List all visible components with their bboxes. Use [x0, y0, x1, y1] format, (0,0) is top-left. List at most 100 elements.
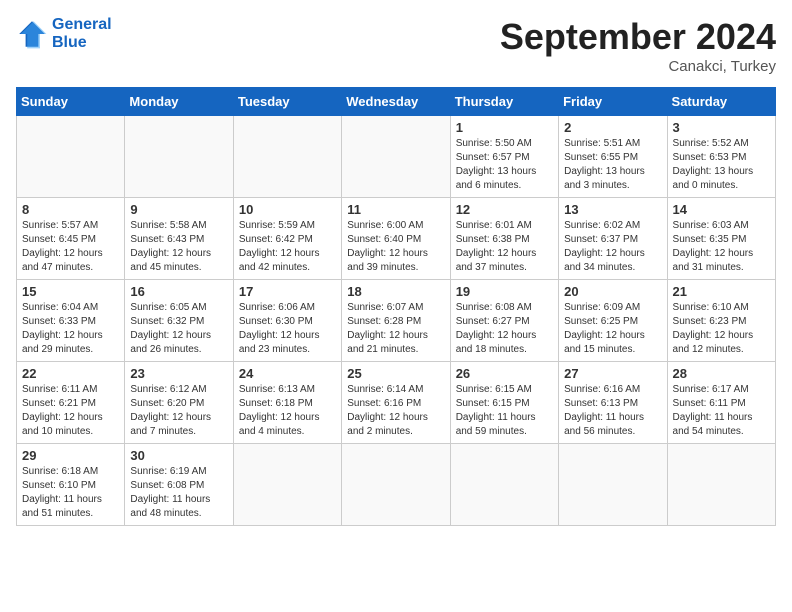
- day-number: 25: [347, 366, 444, 381]
- day-cell: 8 Sunrise: 5:57 AMSunset: 6:45 PMDaylight…: [17, 198, 125, 280]
- day-info: Sunrise: 6:04 AMSunset: 6:33 PMDaylight:…: [22, 301, 119, 357]
- day-number: 8: [22, 202, 119, 217]
- day-cell: 23 Sunrise: 6:12 AMSunset: 6:20 PMDayligh…: [125, 362, 233, 444]
- day-info: Sunrise: 6:03 AMSunset: 6:35 PMDaylight:…: [673, 219, 770, 275]
- day-number: 23: [130, 366, 227, 381]
- empty-cell: [559, 444, 667, 526]
- day-info: Sunrise: 6:00 AMSunset: 6:40 PMDaylight:…: [347, 219, 444, 275]
- day-number: 15: [22, 284, 119, 299]
- day-info: Sunrise: 6:02 AMSunset: 6:37 PMDaylight:…: [564, 219, 661, 275]
- empty-cell: [342, 116, 450, 198]
- day-info: Sunrise: 6:13 AMSunset: 6:18 PMDaylight:…: [239, 383, 336, 439]
- day-info: Sunrise: 5:52 AMSunset: 6:53 PMDaylight:…: [673, 137, 770, 193]
- day-info: Sunrise: 6:01 AMSunset: 6:38 PMDaylight:…: [456, 219, 553, 275]
- day-number: 1: [456, 120, 553, 135]
- day-cell: 3 Sunrise: 5:52 AMSunset: 6:53 PMDaylight…: [667, 116, 775, 198]
- day-info: Sunrise: 5:57 AMSunset: 6:45 PMDaylight:…: [22, 219, 119, 275]
- day-number: 22: [22, 366, 119, 381]
- day-number: 24: [239, 366, 336, 381]
- day-cell: 27Sunrise: 6:16 AMSunset: 6:13 PMDayligh…: [559, 362, 667, 444]
- column-header-thursday: Thursday: [450, 88, 558, 116]
- day-number: 17: [239, 284, 336, 299]
- day-info: Sunrise: 6:07 AMSunset: 6:28 PMDaylight:…: [347, 301, 444, 357]
- day-cell: 22 Sunrise: 6:11 AMSunset: 6:21 PMDayligh…: [17, 362, 125, 444]
- day-number: 2: [564, 120, 661, 135]
- day-cell: 29Sunrise: 6:18 AMSunset: 6:10 PMDayligh…: [17, 444, 125, 526]
- week-row: 22 Sunrise: 6:11 AMSunset: 6:21 PMDayligh…: [17, 362, 776, 444]
- day-cell: 17 Sunrise: 6:06 AMSunset: 6:30 PMDayligh…: [233, 280, 341, 362]
- day-cell: 11 Sunrise: 6:00 AMSunset: 6:40 PMDayligh…: [342, 198, 450, 280]
- column-header-saturday: Saturday: [667, 88, 775, 116]
- day-cell: 24 Sunrise: 6:13 AMSunset: 6:18 PMDayligh…: [233, 362, 341, 444]
- day-info: Sunrise: 6:05 AMSunset: 6:32 PMDaylight:…: [130, 301, 227, 357]
- day-cell: 14 Sunrise: 6:03 AMSunset: 6:35 PMDayligh…: [667, 198, 775, 280]
- page-header: General Blue September 2024 Canakci, Tur…: [16, 16, 776, 75]
- day-info: Sunrise: 6:06 AMSunset: 6:30 PMDaylight:…: [239, 301, 336, 357]
- column-header-monday: Monday: [125, 88, 233, 116]
- calendar-body: 1 Sunrise: 5:50 AMSunset: 6:57 PMDaylight…: [17, 116, 776, 526]
- day-cell: 2 Sunrise: 5:51 AMSunset: 6:55 PMDaylight…: [559, 116, 667, 198]
- day-info: Sunrise: 5:50 AMSunset: 6:57 PMDaylight:…: [456, 137, 553, 193]
- column-header-tuesday: Tuesday: [233, 88, 341, 116]
- column-header-friday: Friday: [559, 88, 667, 116]
- day-number: 21: [673, 284, 770, 299]
- day-cell: 16 Sunrise: 6:05 AMSunset: 6:32 PMDayligh…: [125, 280, 233, 362]
- day-number: 9: [130, 202, 227, 217]
- day-cell: 18 Sunrise: 6:07 AMSunset: 6:28 PMDayligh…: [342, 280, 450, 362]
- day-number: 19: [456, 284, 553, 299]
- column-header-sunday: Sunday: [17, 88, 125, 116]
- day-number: 26: [456, 366, 553, 381]
- day-cell: 12Sunrise: 6:01 AMSunset: 6:38 PMDayligh…: [450, 198, 558, 280]
- day-number: 18: [347, 284, 444, 299]
- empty-cell: [17, 116, 125, 198]
- logo-icon: [16, 18, 48, 50]
- day-cell: 1 Sunrise: 5:50 AMSunset: 6:57 PMDaylight…: [450, 116, 558, 198]
- day-number: 13: [564, 202, 661, 217]
- empty-cell: [233, 444, 341, 526]
- empty-cell: [667, 444, 775, 526]
- day-info: Sunrise: 5:58 AMSunset: 6:43 PMDaylight:…: [130, 219, 227, 275]
- day-info: Sunrise: 5:51 AMSunset: 6:55 PMDaylight:…: [564, 137, 661, 193]
- day-info: Sunrise: 6:15 AMSunset: 6:15 PMDaylight:…: [456, 383, 553, 439]
- day-cell: 25 Sunrise: 6:14 AMSunset: 6:16 PMDayligh…: [342, 362, 450, 444]
- empty-cell: [342, 444, 450, 526]
- empty-cell: [233, 116, 341, 198]
- day-cell: 19 Sunrise: 6:08 AMSunset: 6:27 PMDayligh…: [450, 280, 558, 362]
- calendar-header: SundayMondayTuesdayWednesdayThursdayFrid…: [17, 88, 776, 116]
- day-info: Sunrise: 6:19 AMSunset: 6:08 PMDaylight:…: [130, 465, 227, 521]
- month-title: September 2024: [500, 16, 776, 58]
- week-row: 29Sunrise: 6:18 AMSunset: 6:10 PMDayligh…: [17, 444, 776, 526]
- day-number: 20: [564, 284, 661, 299]
- week-row: 15 Sunrise: 6:04 AMSunset: 6:33 PMDayligh…: [17, 280, 776, 362]
- day-cell: 9 Sunrise: 5:58 AMSunset: 6:43 PMDaylight…: [125, 198, 233, 280]
- day-number: 27: [564, 366, 661, 381]
- day-info: Sunrise: 6:14 AMSunset: 6:16 PMDaylight:…: [347, 383, 444, 439]
- day-number: 16: [130, 284, 227, 299]
- day-number: 10: [239, 202, 336, 217]
- day-info: Sunrise: 5:59 AMSunset: 6:42 PMDaylight:…: [239, 219, 336, 275]
- day-number: 30: [130, 448, 227, 463]
- column-header-wednesday: Wednesday: [342, 88, 450, 116]
- empty-cell: [450, 444, 558, 526]
- title-block: September 2024 Canakci, Turkey: [500, 16, 776, 75]
- day-info: Sunrise: 6:11 AMSunset: 6:21 PMDaylight:…: [22, 383, 119, 439]
- day-cell: 28Sunrise: 6:17 AMSunset: 6:11 PMDayligh…: [667, 362, 775, 444]
- day-number: 3: [673, 120, 770, 135]
- day-number: 11: [347, 202, 444, 217]
- logo-text: General Blue: [52, 16, 112, 52]
- day-cell: 30 Sunrise: 6:19 AMSunset: 6:08 PMDayligh…: [125, 444, 233, 526]
- logo: General Blue: [16, 16, 112, 52]
- calendar-table: SundayMondayTuesdayWednesdayThursdayFrid…: [16, 87, 776, 526]
- day-cell: 20 Sunrise: 6:09 AMSunset: 6:25 PMDayligh…: [559, 280, 667, 362]
- day-info: Sunrise: 6:09 AMSunset: 6:25 PMDaylight:…: [564, 301, 661, 357]
- day-cell: 13 Sunrise: 6:02 AMSunset: 6:37 PMDayligh…: [559, 198, 667, 280]
- week-row: 8 Sunrise: 5:57 AMSunset: 6:45 PMDaylight…: [17, 198, 776, 280]
- empty-cell: [125, 116, 233, 198]
- day-info: Sunrise: 6:10 AMSunset: 6:23 PMDaylight:…: [673, 301, 770, 357]
- day-number: 14: [673, 202, 770, 217]
- day-info: Sunrise: 6:12 AMSunset: 6:20 PMDaylight:…: [130, 383, 227, 439]
- day-cell: 26 Sunrise: 6:15 AMSunset: 6:15 PMDayligh…: [450, 362, 558, 444]
- day-info: Sunrise: 6:08 AMSunset: 6:27 PMDaylight:…: [456, 301, 553, 357]
- day-number: 28: [673, 366, 770, 381]
- day-info: Sunrise: 6:18 AMSunset: 6:10 PMDaylight:…: [22, 465, 119, 521]
